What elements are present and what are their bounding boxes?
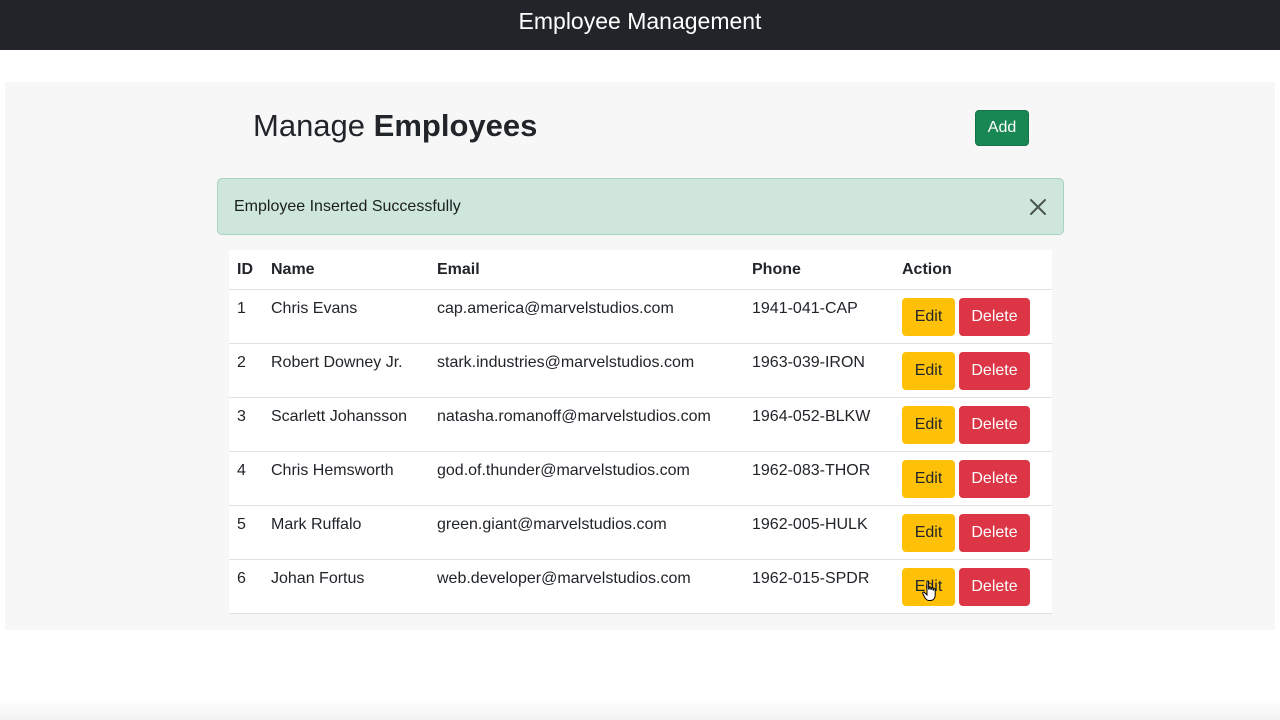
cell-action: Edit Delete — [894, 397, 1052, 452]
cell-id: 3 — [229, 397, 263, 452]
cell-action: Edit Delete — [894, 559, 1052, 614]
table-row: 2 Robert Downey Jr. stark.industries@mar… — [229, 343, 1052, 398]
edit-button[interactable]: Edit — [902, 351, 955, 390]
cell-email: cap.america@marvelstudios.com — [429, 289, 744, 344]
delete-button[interactable]: Delete — [959, 351, 1030, 390]
cell-action: Edit Delete — [894, 289, 1052, 344]
column-header-action: Action — [894, 250, 1052, 290]
table-row: 1 Chris Evans cap.america@marvelstudios.… — [229, 289, 1052, 344]
cell-email: god.of.thunder@marvelstudios.com — [429, 451, 744, 506]
cell-phone: 1962-005-HULK — [744, 505, 894, 560]
cell-email: stark.industries@marvelstudios.com — [429, 343, 744, 398]
bottom-edge — [0, 700, 1280, 720]
delete-button[interactable]: Delete — [959, 567, 1030, 606]
cell-action: Edit Delete — [894, 451, 1052, 506]
navbar: Employee Management — [0, 0, 1280, 50]
cell-name: Robert Downey Jr. — [263, 343, 429, 398]
column-header-phone: Phone — [744, 250, 894, 290]
close-icon[interactable] — [1027, 196, 1049, 218]
table-row: 6 Johan Fortus web.developer@marvelstudi… — [229, 559, 1052, 614]
edit-button[interactable]: Edit — [902, 405, 955, 444]
add-employee-button[interactable]: Add — [975, 110, 1029, 146]
edit-button[interactable]: Edit — [902, 513, 955, 552]
column-header-id: ID — [229, 250, 263, 290]
cell-name: Chris Evans — [263, 289, 429, 344]
delete-button[interactable]: Delete — [959, 459, 1030, 498]
cell-phone: 1941-041-CAP — [744, 289, 894, 344]
table-row: 4 Chris Hemsworth god.of.thunder@marvels… — [229, 451, 1052, 506]
cell-name: Johan Fortus — [263, 559, 429, 614]
alert-message: Employee Inserted Successfully — [234, 197, 461, 215]
cell-name: Scarlett Johansson — [263, 397, 429, 452]
cell-phone: 1962-083-THOR — [744, 451, 894, 506]
cell-id: 4 — [229, 451, 263, 506]
cell-action: Edit Delete — [894, 505, 1052, 560]
page-title: Manage Employees — [253, 106, 537, 146]
cell-email: web.developer@marvelstudios.com — [429, 559, 744, 614]
edit-button[interactable]: Edit — [902, 297, 955, 336]
delete-button[interactable]: Delete — [959, 297, 1030, 336]
cell-phone: 1962-015-SPDR — [744, 559, 894, 614]
page-title-bold: Employees — [373, 108, 538, 143]
employee-table: ID Name Email Phone Action 1 Chris Evans… — [229, 250, 1052, 614]
edit-button[interactable]: Edit — [902, 567, 955, 606]
delete-button[interactable]: Delete — [959, 513, 1030, 552]
table-row: 5 Mark Ruffalo green.giant@marvelstudios… — [229, 505, 1052, 560]
cell-phone: 1964-052-BLKW — [744, 397, 894, 452]
cell-phone: 1963-039-IRON — [744, 343, 894, 398]
delete-button[interactable]: Delete — [959, 405, 1030, 444]
cell-email: natasha.romanoff@marvelstudios.com — [429, 397, 744, 452]
page-title-prefix: Manage — [253, 108, 366, 143]
cell-name: Chris Hemsworth — [263, 451, 429, 506]
column-header-name: Name — [263, 250, 429, 290]
cell-id: 6 — [229, 559, 263, 614]
app-title: Employee Management — [518, 8, 762, 34]
cell-id: 2 — [229, 343, 263, 398]
cell-id: 5 — [229, 505, 263, 560]
column-header-email: Email — [429, 250, 744, 290]
cell-name: Mark Ruffalo — [263, 505, 429, 560]
cell-id: 1 — [229, 289, 263, 344]
cell-action: Edit Delete — [894, 343, 1052, 398]
edit-button[interactable]: Edit — [902, 459, 955, 498]
table-header-row: ID Name Email Phone Action — [229, 250, 1052, 290]
success-alert: Employee Inserted Successfully — [217, 178, 1064, 235]
table-row: 3 Scarlett Johansson natasha.romanoff@ma… — [229, 397, 1052, 452]
cell-email: green.giant@marvelstudios.com — [429, 505, 744, 560]
